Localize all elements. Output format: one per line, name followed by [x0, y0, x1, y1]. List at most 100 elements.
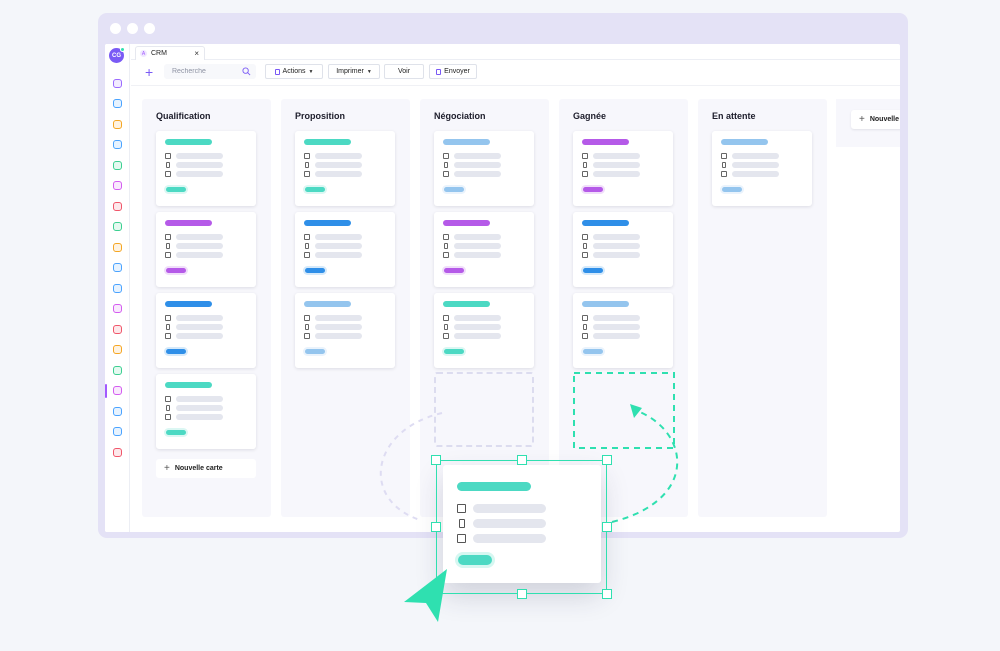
archive-icon: [113, 447, 122, 457]
window-dot-minimize[interactable]: [127, 23, 138, 34]
card-info-row: [721, 162, 791, 169]
card-tag: [583, 349, 603, 354]
kanban-column: Qualification + Nouvelle carte: [142, 99, 271, 517]
document-icon: [113, 242, 122, 252]
card-title-pill: [443, 220, 490, 226]
new-card-button[interactable]: + Nouvelle carte: [156, 459, 256, 478]
stats-icon: [113, 160, 122, 170]
phone-icon: [305, 243, 309, 249]
placeholder-bar: [454, 162, 501, 168]
sidebar-item-archive[interactable]: [105, 442, 130, 463]
sidebar-item-target[interactable]: [105, 319, 130, 340]
resize-handle-bl[interactable]: [431, 589, 441, 599]
card-info-row: [443, 333, 513, 340]
sidebar-item-dashboard[interactable]: [105, 299, 130, 320]
send-label: Envoyer: [444, 68, 470, 75]
placeholder-bar: [176, 234, 223, 240]
sidebar-item-monitor[interactable]: [105, 278, 130, 299]
card-info-row: [582, 333, 652, 340]
placeholder-bar: [315, 171, 362, 177]
card-tag: [166, 430, 186, 435]
sidebar-item-stats[interactable]: [105, 155, 130, 176]
chart-icon: [113, 119, 122, 129]
deal-card[interactable]: [295, 212, 395, 287]
card-info-row: [304, 153, 374, 160]
sidebar-item-funnel[interactable]: [105, 422, 130, 443]
deal-card[interactable]: [156, 374, 256, 449]
send-button[interactable]: Envoyer: [429, 64, 477, 79]
deal-card[interactable]: [573, 212, 673, 287]
resize-handle-t[interactable]: [517, 455, 527, 465]
mail-icon: [304, 333, 310, 339]
card-info-row: [304, 171, 374, 178]
sidebar-rail: CG: [105, 44, 130, 532]
card-tag: [444, 268, 464, 273]
actions-button[interactable]: Actions ▼: [265, 64, 323, 79]
deal-card[interactable]: [573, 131, 673, 206]
add-button[interactable]: +: [145, 65, 153, 79]
card-tag: [305, 268, 325, 273]
mail-icon: [721, 171, 727, 177]
deal-card[interactable]: [295, 293, 395, 368]
new-column-button[interactable]: + Nouvelle: [851, 110, 900, 129]
resize-handle-tl[interactable]: [431, 455, 441, 465]
card-title-pill: [582, 139, 629, 145]
tab-crm[interactable]: A CRM ×: [135, 46, 205, 60]
sidebar-item-cart[interactable]: [105, 176, 130, 197]
placeholder-bar: [315, 252, 362, 258]
deal-card[interactable]: [156, 293, 256, 368]
sidebar-item-chart[interactable]: [105, 114, 130, 135]
search-icon[interactable]: [242, 67, 251, 76]
sidebar-item-mail[interactable]: [105, 340, 130, 361]
search-input[interactable]: [172, 67, 240, 76]
deal-card[interactable]: [434, 212, 534, 287]
window-controls: [110, 23, 155, 34]
card-info-row: [582, 252, 652, 259]
placeholder-bar: [454, 333, 501, 339]
home-icon: [304, 315, 310, 321]
resize-handle-b[interactable]: [517, 589, 527, 599]
sidebar-item-sync[interactable]: [105, 135, 130, 156]
column-title: Gagnée: [573, 111, 607, 121]
deal-card[interactable]: [295, 131, 395, 206]
sidebar-item-page[interactable]: [105, 401, 130, 422]
deal-card[interactable]: [156, 131, 256, 206]
deal-card[interactable]: [712, 131, 812, 206]
sidebar-item-contacts[interactable]: [105, 73, 130, 94]
card-info-row: [165, 243, 235, 250]
window-dot-maximize[interactable]: [144, 23, 155, 34]
sidebar-item-folder[interactable]: [105, 94, 130, 115]
print-label: Imprimer: [336, 68, 364, 75]
placeholder-bar: [593, 252, 640, 258]
placeholder-bar: [454, 153, 501, 159]
tab-bar: A CRM ×: [131, 44, 900, 60]
placeholder-bar: [593, 162, 640, 168]
deal-card[interactable]: [434, 131, 534, 206]
deal-card[interactable]: [434, 293, 534, 368]
card-info-row: [443, 171, 513, 178]
window-dot-close[interactable]: [110, 23, 121, 34]
target-icon: [113, 324, 122, 334]
close-icon[interactable]: ×: [194, 49, 199, 58]
sidebar-item-file[interactable]: [105, 258, 130, 279]
print-button[interactable]: Imprimer ▼: [328, 64, 380, 79]
sidebar-item-briefcase[interactable]: [105, 217, 130, 238]
resize-handle-br[interactable]: [602, 589, 612, 599]
dashboard-icon: [113, 304, 122, 314]
view-button[interactable]: Voir: [384, 64, 424, 79]
mail-icon: [165, 414, 171, 420]
column-title: Proposition: [295, 111, 345, 121]
avatar[interactable]: CG: [109, 47, 125, 63]
sidebar-item-document[interactable]: [105, 237, 130, 258]
resize-handle-l[interactable]: [431, 522, 441, 532]
deal-card[interactable]: [573, 293, 673, 368]
resize-handle-r[interactable]: [602, 522, 612, 532]
resize-handle-tr[interactable]: [602, 455, 612, 465]
placeholder-bar: [454, 315, 501, 321]
placeholder-bar: [315, 324, 362, 330]
sidebar-item-user[interactable]: [105, 381, 130, 402]
deal-card[interactable]: [156, 212, 256, 287]
sidebar-item-block[interactable]: [105, 196, 130, 217]
plus-icon: +: [859, 114, 865, 125]
sidebar-item-chat[interactable]: [105, 360, 130, 381]
